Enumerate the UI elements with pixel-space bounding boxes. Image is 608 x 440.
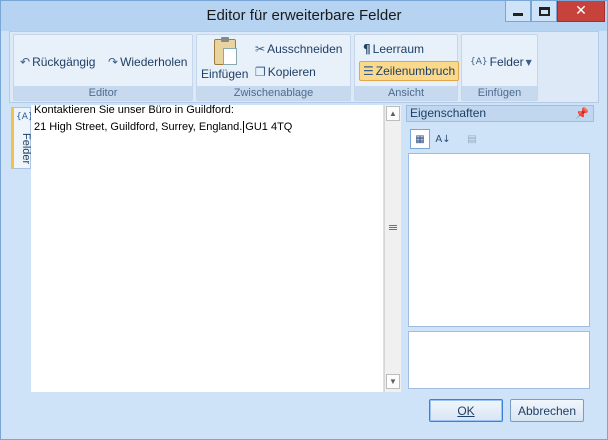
editor-line-2: 21 High Street, Guildford, Surrey, Engla…	[34, 121, 293, 134]
scroll-up-arrow-icon[interactable]: ▲	[386, 106, 400, 121]
paste-icon	[213, 37, 237, 65]
scroll-grip-icon	[389, 229, 397, 230]
minimize-button[interactable]	[505, 1, 531, 22]
copy-icon: ❐	[255, 65, 266, 79]
whitespace-label: Leerraum	[372, 42, 424, 56]
copy-label: Kopieren	[267, 65, 316, 79]
editor-line-1: Kontaktieren Sie unser Büro in Guildford…	[34, 104, 234, 116]
ok-button[interactable]: OK	[429, 399, 503, 422]
wordwrap-icon: ☰	[363, 64, 374, 78]
close-button[interactable]: ✕	[557, 1, 605, 22]
cut-label: Ausschneiden	[267, 42, 343, 56]
undo-button[interactable]: ↶ Rückgängig	[20, 55, 95, 69]
properties-title: Eigenschaften	[410, 106, 487, 120]
chevron-down-icon: ▼	[525, 57, 532, 67]
dialog-window: Editor für erweiterbare Felder ✕ ↶ Rückg…	[0, 0, 608, 440]
ribbon-group-label: Editor	[14, 86, 192, 100]
ribbon-group-insert: {A} Felder ▼ Einfügen	[461, 34, 538, 101]
close-icon: ✕	[575, 3, 587, 19]
ribbon: ↶ Rückgängig ↷ Wiederholen Editor Einfüg…	[9, 31, 599, 103]
redo-icon: ↷	[108, 55, 119, 69]
minimize-icon	[513, 12, 523, 16]
fields-label: Felder	[489, 55, 524, 69]
properties-panel: Eigenschaften 📌 ▦ A↓ ▤	[406, 105, 594, 392]
ribbon-group-label: Ansicht	[355, 86, 457, 100]
editor-text-before-caret: 21 High Street, Guildford, Surrey, Engla…	[34, 121, 243, 133]
cancel-button[interactable]: Abbrechen	[510, 399, 584, 422]
property-grid[interactable]	[408, 153, 590, 327]
ribbon-group-clipboard: Einfügen ✂ Ausschneiden ❐ Kopieren Zwisc…	[196, 34, 351, 101]
scissors-icon: ✂	[255, 42, 266, 56]
maximize-button[interactable]	[531, 1, 557, 22]
pin-icon[interactable]: 📌	[575, 106, 589, 121]
scroll-grip-icon	[389, 225, 397, 226]
ribbon-group-editor: ↶ Rückgängig ↷ Wiederholen Editor	[13, 34, 193, 101]
fields-side-tab[interactable]: {A} Felder	[11, 107, 34, 169]
undo-icon: ↶	[20, 55, 31, 69]
redo-button[interactable]: ↷ Wiederholen	[108, 55, 187, 69]
property-description-pane	[408, 331, 590, 389]
fields-tab-label: Felder	[20, 133, 32, 165]
fields-icon: {A}	[470, 57, 488, 67]
properties-header: Eigenschaften 📌	[406, 105, 594, 122]
redo-label: Wiederholen	[120, 55, 188, 69]
maximize-icon	[538, 6, 550, 16]
ribbon-group-label: Zwischenablage	[197, 86, 350, 100]
cancel-label: Abbrechen	[517, 403, 577, 418]
property-pages-icon[interactable]: ▤	[462, 129, 482, 149]
scroll-down-arrow-icon[interactable]: ▼	[386, 374, 400, 389]
scroll-grip-icon	[389, 227, 397, 228]
editor-text-after-caret: GU1 4TQ	[245, 121, 293, 133]
pilcrow-icon: ¶	[363, 42, 371, 56]
wordwrap-button[interactable]: ☰ Zeilenumbruch	[359, 61, 460, 81]
ribbon-group-label: Einfügen	[462, 86, 537, 100]
undo-label: Rückgängig	[32, 55, 96, 69]
ok-label: OK	[457, 403, 475, 418]
categorized-view-icon[interactable]: ▦	[410, 129, 430, 149]
cut-button[interactable]: ✂ Ausschneiden	[255, 42, 342, 56]
paste-button[interactable]: Einfügen	[201, 37, 249, 81]
title-bar[interactable]: Editor für erweiterbare Felder ✕	[1, 1, 607, 31]
editor-vertical-scrollbar[interactable]: ▲ ▼	[384, 105, 401, 392]
whitespace-button[interactable]: ¶ Leerraum	[363, 42, 424, 56]
alphabetical-sort-icon[interactable]: A↓	[433, 129, 453, 149]
copy-button[interactable]: ❐ Kopieren	[255, 65, 316, 79]
fields-dropdown-button[interactable]: {A} Felder ▼	[470, 55, 532, 69]
text-editor[interactable]: Kontaktieren Sie unser Büro in Guildford…	[31, 104, 383, 392]
properties-toolbar: ▦ A↓ ▤	[406, 123, 594, 153]
wordwrap-label: Zeilenumbruch	[375, 64, 456, 78]
ribbon-group-view: ¶ Leerraum ☰ Zeilenumbruch Ansicht	[354, 34, 460, 101]
paste-label: Einfügen	[201, 67, 249, 81]
